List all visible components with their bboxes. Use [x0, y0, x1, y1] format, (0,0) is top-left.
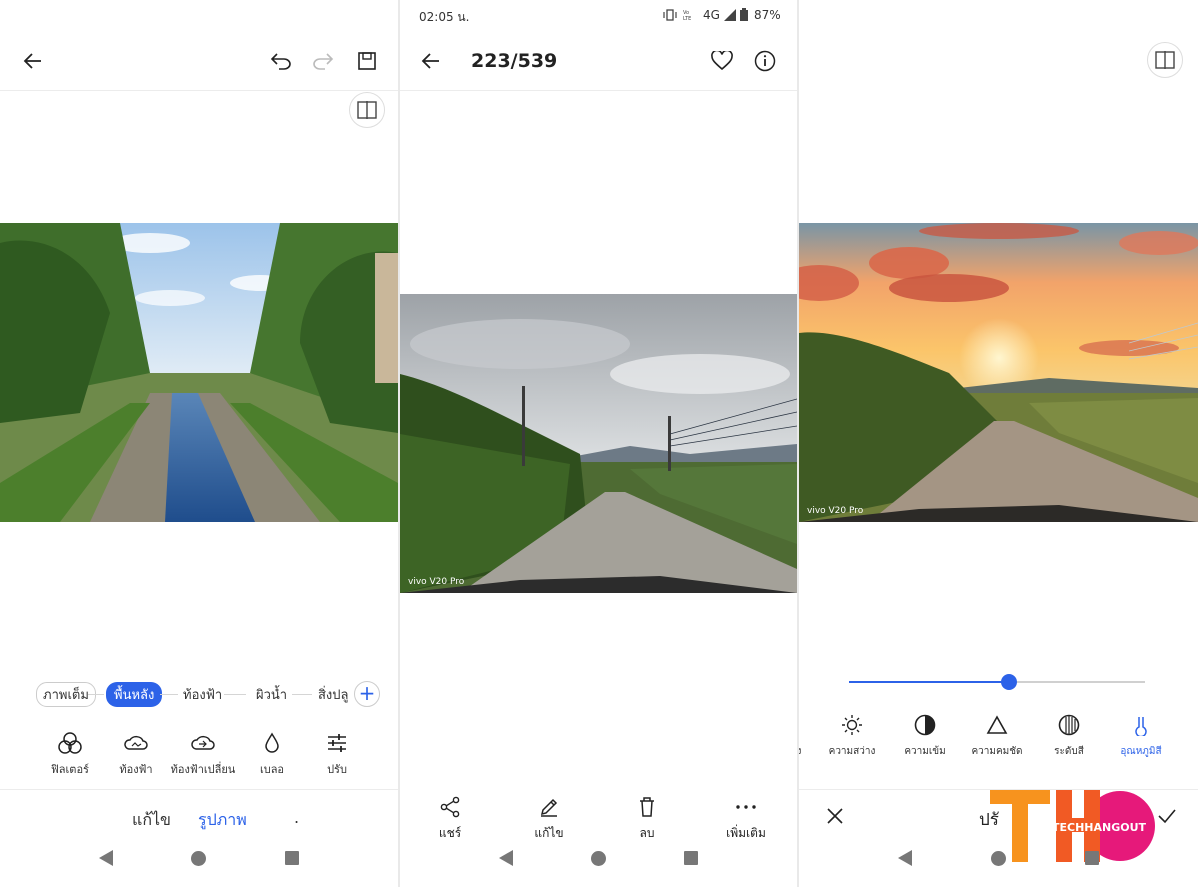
vibrate-icon: [662, 8, 678, 22]
segment-selector: ภาพเต็ม พื้นหลัง ท้องฟ้า ผิวน้ำ สิ่งปลู: [0, 680, 398, 708]
intensity-slider[interactable]: [849, 674, 1145, 690]
nav-recent-icon[interactable]: [1084, 851, 1099, 865]
tool-adjust[interactable]: ปรับ: [297, 732, 377, 778]
more-icon: [736, 805, 756, 809]
redo-icon[interactable]: [310, 48, 336, 74]
photo-counter: 223/539: [471, 50, 558, 72]
segment-building[interactable]: สิ่งปลู: [318, 684, 349, 705]
sun-icon: [842, 715, 862, 735]
road-photo: vivo V20 Pro: [400, 294, 797, 593]
sliders-icon: [328, 734, 346, 752]
nav-home-icon[interactable]: [191, 850, 207, 866]
adjust-label: ความสว่าง: [828, 746, 876, 757]
watermark-text: vivo V20 Pro: [807, 506, 864, 516]
undo-icon[interactable]: [268, 48, 294, 74]
signal-icon: [724, 9, 736, 21]
adjust-panel: vivo V20 Pro ง ความสว่าง ความเข้ม ความคม…: [799, 0, 1198, 887]
triangle-icon: [986, 715, 1008, 734]
status-battery: 87%: [754, 8, 781, 22]
info-icon[interactable]: [752, 48, 778, 74]
adjust-temperature[interactable]: อุณหภูมิสี: [1101, 714, 1181, 759]
battery-icon: [740, 8, 748, 21]
adjust-sharpness[interactable]: ความคมชัด: [957, 714, 1037, 759]
share-icon: [440, 796, 460, 818]
adjust-label: ความคมชัด: [971, 746, 1023, 757]
arrow-left-icon[interactable]: [418, 48, 444, 74]
nav-recent-icon[interactable]: [284, 851, 299, 865]
cloud-icon: [124, 735, 148, 750]
segment-background[interactable]: พื้นหลัง: [106, 682, 163, 707]
segment-connector: [292, 694, 312, 695]
tabs-divider: [0, 789, 398, 790]
adjust-label: อุณหภูมิสี: [1120, 746, 1162, 757]
tab-more[interactable]: .: [294, 808, 299, 827]
sunset-photo: vivo V20 Pro: [799, 223, 1198, 522]
nav-back-icon[interactable]: [499, 850, 513, 866]
compare-icon[interactable]: [349, 92, 385, 128]
slider-thumb[interactable]: [1000, 674, 1017, 690]
slider-fill: [849, 681, 1009, 683]
segment-sky[interactable]: ท้องฟ้า: [183, 684, 222, 705]
cloud-swap-icon: [191, 735, 215, 750]
nav-back-icon[interactable]: [898, 850, 913, 866]
filter-icon: [58, 732, 82, 754]
gallery-panel: 02:05 น. Vo LTE 4G 87% 223/539 vivo V20 …: [400, 0, 797, 887]
contrast-icon: [914, 714, 936, 736]
segment-connector: [224, 694, 246, 695]
close-icon[interactable]: [823, 804, 847, 828]
system-nav-bar: [799, 829, 1198, 887]
nav-home-icon[interactable]: [591, 850, 606, 866]
system-nav-bar: [0, 829, 398, 887]
tool-label: ท้องฟ้าเปลี่ยน: [170, 763, 236, 776]
adjust-levels[interactable]: ระดับสี: [1029, 714, 1109, 759]
save-icon[interactable]: [354, 48, 380, 74]
segment-connector: [160, 694, 178, 695]
tool-sky-replace[interactable]: ท้องฟ้าเปลี่ยน: [163, 732, 243, 778]
adjust-label: ความเข้ม: [904, 746, 946, 757]
compare-icon[interactable]: [1147, 42, 1183, 78]
header-divider: [400, 90, 797, 91]
adjust-label: ระดับสี: [1054, 746, 1084, 757]
segment-full[interactable]: ภาพเต็ม: [36, 682, 96, 707]
levels-icon: [1058, 714, 1080, 736]
editor-panel: ภาพเต็ม พื้นหลัง ท้องฟ้า ผิวน้ำ สิ่งปลู …: [0, 0, 398, 887]
plus-icon[interactable]: +: [354, 681, 380, 707]
system-nav-bar: [400, 829, 797, 887]
thermometer-icon: [1135, 716, 1147, 736]
nav-home-icon[interactable]: [990, 850, 1006, 866]
status-network: 4G: [703, 8, 720, 22]
header-divider: [0, 90, 398, 91]
status-time: 02:05 น.: [419, 10, 470, 24]
segment-water[interactable]: ผิวน้ำ: [256, 684, 287, 705]
pencil-icon: [540, 798, 558, 817]
drop-icon: [265, 732, 279, 753]
canal-photo: [0, 223, 398, 522]
svg-text:LTE: LTE: [683, 16, 691, 21]
arrow-left-icon[interactable]: [20, 48, 46, 74]
trash-icon: [640, 797, 654, 817]
tool-label: ปรับ: [327, 763, 347, 776]
heart-icon[interactable]: [709, 48, 735, 74]
nav-recent-icon[interactable]: [684, 851, 698, 865]
nav-back-icon[interactable]: [99, 850, 114, 866]
segment-connector: [88, 694, 104, 695]
adjust-brightness[interactable]: ความสว่าง: [812, 714, 892, 759]
volte-icon: Vo LTE: [682, 8, 696, 22]
adjust-contrast[interactable]: ความเข้ม: [885, 714, 965, 759]
watermark-text: vivo V20 Pro: [408, 577, 465, 587]
